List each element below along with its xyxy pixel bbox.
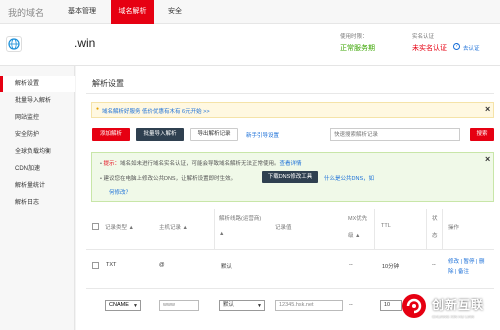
brand-title[interactable]: 我的域名 (8, 6, 44, 19)
brand-logo-icon (402, 294, 426, 318)
bullet-icon: ● (96, 106, 100, 112)
record-value-input[interactable]: 12345.hsk.net (275, 300, 343, 311)
search-input[interactable] (330, 128, 460, 141)
domain-header: .win 使用时限： 正常服务期 实名认证 未实名认证 ? 去认证 (0, 24, 500, 66)
sidebar: 解析设置 批量导入解析 网站监控 安全防护 全球负载均衡 CDN加速 解析量统计… (0, 66, 75, 330)
row-actions-2[interactable]: 除 | 备注 (448, 267, 469, 275)
domain-name: .win (74, 36, 96, 50)
sidebar-item-site-monitor[interactable]: 网站监控 (0, 110, 75, 126)
line-select[interactable]: 默认 ▼ (219, 300, 265, 311)
promo-link[interactable]: 域名解析好服务 低价优惠有木有 6元开始 >> (102, 107, 210, 115)
sidebar-item-cdn[interactable]: CDN加速 (0, 161, 75, 177)
watermark-logo: 创新互联 CHUANG XIN HU LIAN (400, 292, 500, 330)
watermark-text: 创新互联 (432, 298, 485, 312)
search-button[interactable]: 搜索 (470, 128, 494, 141)
service-period-label: 使用时限： (340, 34, 368, 40)
tab-basic-management[interactable]: 基本管理 (58, 0, 106, 24)
add-record-button[interactable]: 添加解析 (92, 128, 130, 141)
col-mx[interactable]: MX优先 (348, 214, 367, 222)
service-period-status: 正常服务期 (340, 45, 375, 52)
row-checkbox[interactable] (92, 262, 99, 269)
chevron-down-icon: ▼ (133, 303, 138, 309)
record-type-select[interactable]: CNAME ▼ (105, 300, 141, 311)
close-icon[interactable]: × (485, 154, 490, 164)
verify-link[interactable]: 去认证 (463, 44, 480, 52)
chevron-down-icon: ▼ (257, 303, 262, 309)
col-status[interactable]: 状 (432, 214, 438, 222)
tab-security[interactable]: 安全 (160, 0, 190, 24)
col-mx-2[interactable]: 级 ▲ (348, 231, 361, 239)
batch-import-button[interactable]: 批量导入解析 (136, 128, 184, 141)
col-ttl[interactable]: TTL (381, 223, 391, 229)
col-host[interactable]: 主机记录 ▲ (159, 223, 188, 231)
host-input[interactable]: www (159, 300, 199, 311)
edit-mx: -- (349, 302, 353, 308)
download-dns-tool-button[interactable]: 下载DNS修改工具 (262, 171, 318, 183)
export-records-button[interactable]: 导出解析记录 (190, 128, 238, 141)
cell-ttl: 10分钟 (382, 264, 400, 270)
domain-logo (6, 36, 22, 52)
col-record-type[interactable]: 记录类型 ▲ (105, 223, 134, 231)
col-value[interactable]: 记录值 (275, 223, 292, 231)
sidebar-item-stats[interactable]: 解析量统计 (0, 178, 75, 194)
row-actions[interactable]: 修改 | 暂停 | 删 (448, 257, 484, 265)
cell-mx: -- (349, 262, 353, 268)
watermark-subtext: CHUANG XIN HU LIAN (432, 314, 475, 319)
col-operations: 操作 (448, 225, 460, 231)
tip-prefix: 提示： (103, 161, 120, 167)
ttl-select[interactable]: 10 (380, 300, 402, 311)
cell-line: 默认 (221, 264, 233, 270)
help-icon[interactable]: ? (453, 43, 460, 50)
cell-status: -- (432, 262, 436, 268)
tip-box: • 提示：域名如未进行域名实名认证，可能会导致域名解析无法正常使用。查看详情 •… (91, 152, 494, 202)
sidebar-item-batch-import[interactable]: 批量导入解析 (0, 93, 75, 109)
col-line[interactable]: 解析线路(运营商) (219, 214, 261, 222)
sidebar-item-logs[interactable]: 解析日志 (0, 195, 75, 211)
sidebar-item-dns-settings[interactable]: 解析设置 (0, 76, 75, 92)
how-to-modify-link[interactable]: 何修改？ (109, 188, 131, 196)
tip-text-1: 域名如未进行域名实名认证，可能会导致域名解析无法正常使用。 (119, 161, 280, 167)
top-nav: 我的域名 基本管理 域名解析 安全 (0, 0, 500, 24)
tip-text-2: 建议您在电脑上修改公共DNS，让解析设置即时生效。 (103, 176, 237, 182)
sidebar-item-security[interactable]: 安全防护 (0, 127, 75, 143)
page-title: 解析设置 (92, 79, 124, 88)
view-details-link[interactable]: 查看详情 (280, 161, 302, 167)
sidebar-item-load-balance[interactable]: 全球负载均衡 (0, 144, 75, 160)
public-dns-link[interactable]: 什么是公共DNS，如 (324, 174, 374, 182)
col-status-2[interactable]: 态 (432, 231, 438, 239)
divider (86, 93, 494, 94)
cell-type: TXT (106, 262, 117, 268)
globe-icon (8, 38, 20, 50)
cell-host: @ (159, 262, 165, 268)
sort-arrow-icon[interactable]: ▲ (219, 231, 224, 237)
close-icon[interactable]: × (485, 104, 490, 114)
real-name-label: 实名认证 (412, 34, 435, 40)
main-content: 解析设置 ● 域名解析好服务 低价优惠有木有 6元开始 >> × 添加解析 批量… (76, 66, 500, 330)
promo-notice: ● 域名解析好服务 低价优惠有木有 6元开始 >> × (91, 102, 494, 118)
real-name-status: 未实名认证 (412, 45, 447, 52)
select-all-checkbox[interactable] (92, 223, 99, 230)
guide-settings-link[interactable]: 新手引导设置 (246, 131, 279, 139)
tab-dns-resolution[interactable]: 域名解析 (111, 0, 154, 24)
